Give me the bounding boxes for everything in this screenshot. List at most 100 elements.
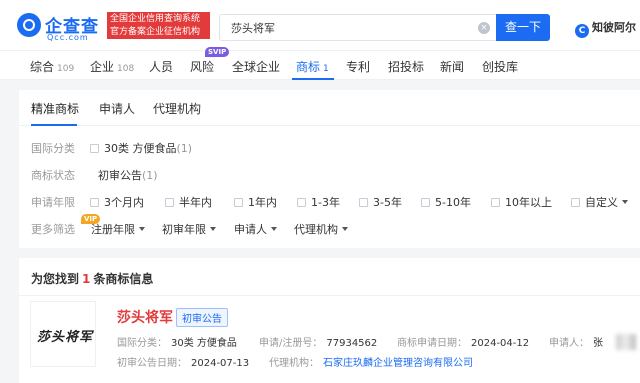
meta-value: 2024-07-13 xyxy=(191,358,250,369)
tab-company[interactable]: 企业 108 xyxy=(90,58,134,75)
dropdown-applicant[interactable]: 申请人 xyxy=(234,221,277,237)
option-label: 3个月内 xyxy=(104,196,144,209)
filter-year-6m[interactable]: 半年内 xyxy=(165,194,212,210)
results-panel: 为您找到 1 条商标信息 莎头将军 莎头将军 初审公告 国际分类： 30类 方便食品 … xyxy=(19,258,640,383)
logo-search-icon xyxy=(17,13,41,37)
option-label: 初审公告 xyxy=(98,169,142,182)
dropdown-label: 申请人 xyxy=(234,223,267,236)
option-label: 5-10年 xyxy=(435,196,471,209)
checkbox[interactable] xyxy=(571,198,580,207)
tab-global-company[interactable]: 全球企业 xyxy=(232,58,280,75)
checkbox[interactable] xyxy=(491,198,500,207)
dropdown-reg-years[interactable]: 注册年限 xyxy=(91,221,145,237)
summary-prefix: 为您找到 xyxy=(31,272,80,286)
dropdown-label: 初审年限 xyxy=(162,223,206,236)
tab-risk[interactable]: 风险 xyxy=(190,58,214,75)
checkbox[interactable] xyxy=(90,198,99,207)
tab-label: 风险 xyxy=(190,60,215,74)
dropdown-label: 注册年限 xyxy=(91,223,135,236)
filter-panel: 精准商标 申请人 代理机构 国际分类 30类 方便食品(1) 商标状态 初审公告… xyxy=(19,90,640,248)
tab-count: 109 xyxy=(57,64,75,74)
checkbox[interactable] xyxy=(421,198,430,207)
clear-icon[interactable]: × xyxy=(478,22,490,34)
search-category-tabs: 综合 109 企业 108 人员 风险 SVIP 全球企业 商标 1 专利 招投标 新… xyxy=(0,47,640,80)
search-button[interactable]: 查一下 xyxy=(496,14,550,41)
option-count: (1) xyxy=(176,142,193,155)
search-input[interactable] xyxy=(220,15,460,40)
meta-value: 张 xyxy=(593,338,603,349)
meta-label: 申请人： xyxy=(549,338,589,349)
checkbox[interactable] xyxy=(234,198,243,207)
chevron-down-icon xyxy=(618,196,628,209)
tab-trademark[interactable]: 商标 1 xyxy=(296,58,329,75)
subtab-precise-trademark[interactable]: 精准商标 xyxy=(31,100,79,117)
option-label: 3-5年 xyxy=(373,196,402,209)
option-label: 1年内 xyxy=(248,196,277,209)
tab-label: 新闻 xyxy=(440,60,465,74)
zhibi-icon: C xyxy=(575,24,589,38)
agent-link[interactable]: 石家庄玖麟企业管理咨询有限公司 xyxy=(323,358,473,369)
meta-label: 申请/注册号： xyxy=(259,338,323,349)
meta-class: 国际分类： 30类 方便食品 xyxy=(117,334,237,349)
filter-year-1-3y[interactable]: 1-3年 xyxy=(297,194,340,210)
redacted-applicant xyxy=(616,334,636,350)
checkbox[interactable] xyxy=(90,144,99,153)
tab-venture[interactable]: 创投库 xyxy=(482,58,518,75)
meta-label: 国际分类： xyxy=(117,338,167,349)
caret-down-icon xyxy=(210,227,216,231)
tab-count: 108 xyxy=(117,64,135,74)
filter-label-category: 国际分类 xyxy=(31,142,75,155)
search-box: × xyxy=(219,14,497,41)
slogan-banner: 全国企业信用查询系统 官方备案企业征信机构 xyxy=(107,12,210,39)
checkbox[interactable] xyxy=(165,198,174,207)
tab-patent[interactable]: 专利 xyxy=(346,58,370,75)
subtab-applicant[interactable]: 申请人 xyxy=(99,100,135,117)
subtab-agency[interactable]: 代理机构 xyxy=(153,100,201,117)
status-badge: 初审公告 xyxy=(176,308,228,327)
tab-person[interactable]: 人员 xyxy=(149,58,173,75)
active-tab-underline xyxy=(292,78,334,80)
zhibi-label: 知彼阿尔 xyxy=(592,21,636,34)
filter-year-10y-plus[interactable]: 10年以上 xyxy=(491,194,552,210)
filter-year-3-5y[interactable]: 3-5年 xyxy=(359,194,402,210)
filter-option-category[interactable]: 30类 方便食品(1) xyxy=(90,140,192,156)
trademark-image[interactable]: 莎头将军 xyxy=(30,301,96,367)
checkbox[interactable] xyxy=(297,198,306,207)
tab-label: 招投标 xyxy=(388,60,425,74)
qcc-logo[interactable]: 企查查 Qcc.com xyxy=(17,12,105,42)
filter-year-1y[interactable]: 1年内 xyxy=(234,194,277,210)
option-label: 半年内 xyxy=(179,196,212,209)
meta-apply-date: 商标申请日期： 2024-04-12 xyxy=(397,334,529,349)
tab-label: 创投库 xyxy=(482,60,519,74)
zhibi-link[interactable]: C 知彼阿尔 xyxy=(575,19,636,38)
trademark-name-link[interactable]: 莎头将军 xyxy=(117,307,173,327)
summary-suffix: 条商标信息 xyxy=(93,272,154,286)
option-label: 1-3年 xyxy=(311,196,340,209)
tab-label: 综合 xyxy=(30,60,55,74)
meta-value: 77934562 xyxy=(326,338,378,349)
filter-year-custom[interactable]: 自定义 xyxy=(571,194,628,210)
meta-label: 商标申请日期： xyxy=(397,338,467,349)
meta-agent: 代理机构： 石家庄玖麟企业管理咨询有限公司 xyxy=(269,354,473,369)
svip-badge: SVIP xyxy=(205,47,230,57)
tab-label: 商标 xyxy=(296,60,321,74)
divider xyxy=(19,295,640,296)
option-label: 10年以上 xyxy=(505,196,552,209)
filter-year-5-10y[interactable]: 5-10年 xyxy=(421,194,471,210)
dropdown-pub-years[interactable]: 初审年限 xyxy=(162,221,216,237)
active-subtab-underline xyxy=(31,124,77,126)
tab-bidding[interactable]: 招投标 xyxy=(388,58,424,75)
filter-year-3m[interactable]: 3个月内 xyxy=(90,194,144,210)
option-label: 30类 方便食品 xyxy=(104,142,177,155)
tab-count: 1 xyxy=(323,64,329,74)
meta-label: 代理机构： xyxy=(269,358,319,369)
option-label: 自定义 xyxy=(585,196,618,209)
dropdown-agency[interactable]: 代理机构 xyxy=(294,221,348,237)
meta-applicant: 申请人： 张 xyxy=(549,334,603,349)
tab-news[interactable]: 新闻 xyxy=(440,58,464,75)
filter-option-status[interactable]: 初审公告(1) xyxy=(98,167,158,183)
meta-value: 2024-04-12 xyxy=(471,338,530,349)
checkbox[interactable] xyxy=(359,198,368,207)
meta-value: 30类 方便食品 xyxy=(171,338,237,349)
tab-comprehensive[interactable]: 综合 109 xyxy=(30,58,74,75)
